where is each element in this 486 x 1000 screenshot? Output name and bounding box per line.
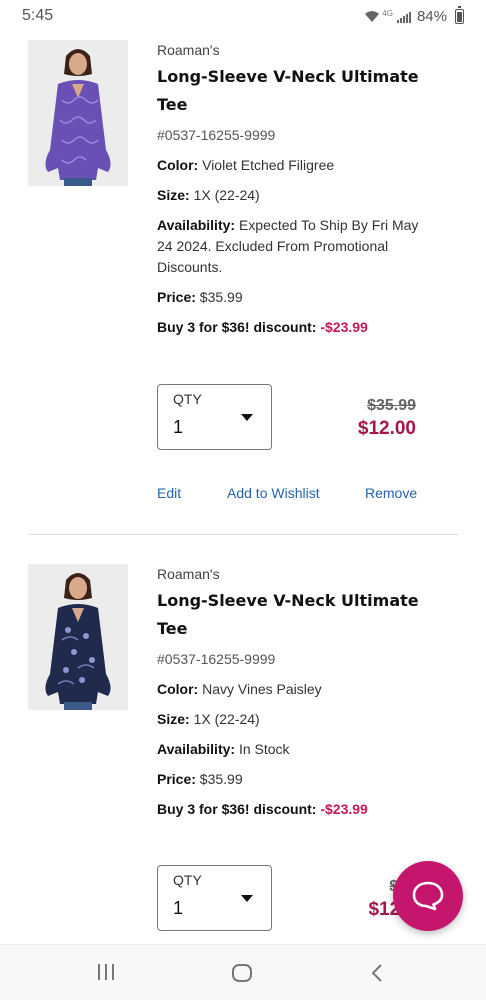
- product-discount: Buy 3 for $36! discount: -$23.99: [157, 799, 457, 820]
- product-size: Size: 1X (22-24): [157, 185, 457, 206]
- original-price: $35.99: [367, 397, 416, 414]
- signal-icon: [396, 11, 411, 23]
- availability-line-2: 24 2024. Excluded From Promotional: [157, 238, 389, 254]
- product-availability: Availability: In Stock: [157, 739, 457, 760]
- product-brand: Roaman's: [157, 42, 220, 58]
- battery-percent: 84%: [416, 7, 447, 25]
- color-label: Color:: [157, 681, 199, 697]
- size-value: 1X (22-24): [189, 711, 260, 727]
- status-icon-group: 4G: [364, 9, 411, 23]
- wifi-icon: [365, 11, 380, 22]
- product-name-line-1: Long-Sleeve V-Neck Ultimate: [157, 591, 419, 610]
- product-name-line-1: Long-Sleeve V-Neck Ultimate: [157, 67, 419, 86]
- price-label: Price:: [157, 771, 196, 787]
- availability-value: In Stock: [235, 741, 290, 757]
- availability-label: Availability:: [157, 217, 236, 233]
- qty-value: 1: [173, 417, 184, 437]
- discount-label: Buy 3 for $36! discount:: [157, 319, 321, 335]
- product-name[interactable]: Long-Sleeve V-Neck Ultimate Tee: [157, 63, 457, 119]
- product-size: Size: 1X (22-24): [157, 709, 457, 730]
- product-color: Color: Navy Vines Paisley: [157, 679, 457, 700]
- discount-amount: -$23.99: [320, 801, 368, 817]
- edit-link[interactable]: Edit: [157, 485, 181, 501]
- product-brand: Roaman's: [157, 566, 220, 582]
- status-bar: 5:45 4G 84%: [0, 0, 486, 32]
- status-indicators: 4G 84%: [364, 5, 464, 25]
- item-divider: [28, 534, 458, 535]
- price-value: $35.99: [195, 771, 243, 787]
- status-time: 5:45: [22, 7, 54, 24]
- availability-label: Availability:: [157, 741, 236, 757]
- product-discount: Buy 3 for $36! discount: -$23.99: [157, 317, 457, 338]
- product-name-line-2: Tee: [157, 95, 188, 114]
- network-type-label: 4G: [382, 9, 393, 18]
- price-label: Price:: [157, 289, 196, 305]
- sale-price: $12.00: [357, 418, 416, 439]
- price-value: $35.99: [195, 289, 243, 305]
- battery-icon: [455, 5, 464, 24]
- product-image[interactable]: [28, 40, 128, 186]
- availability-line-3: Discounts.: [157, 259, 223, 275]
- add-to-wishlist-link[interactable]: Add to Wishlist: [227, 485, 320, 501]
- color-value: Navy Vines Paisley: [198, 681, 322, 697]
- size-label: Size:: [157, 187, 190, 203]
- product-availability: Availability: Expected To Ship By Fri Ma…: [157, 215, 457, 278]
- size-value: 1X (22-24): [189, 187, 260, 203]
- qty-label: QTY: [173, 872, 202, 888]
- chat-button[interactable]: [393, 861, 463, 931]
- product-sku: #0537-16255-9999: [157, 127, 276, 143]
- discount-amount: -$23.99: [320, 319, 368, 335]
- product-info: Roaman's Long-Sleeve V-Neck Ultimate Tee…: [157, 562, 457, 820]
- color-label: Color:: [157, 157, 199, 173]
- home-icon[interactable]: [231, 963, 253, 983]
- product-name[interactable]: Long-Sleeve V-Neck Ultimate Tee: [157, 587, 457, 643]
- color-value: Violet Etched Filigree: [198, 157, 335, 173]
- product-image[interactable]: [28, 564, 128, 710]
- qty-label: QTY: [173, 391, 202, 407]
- back-icon[interactable]: [370, 963, 384, 983]
- item-actions: Edit Add to Wishlist Remove: [157, 485, 417, 507]
- cart-screen: 5:45 4G 84% Roaman's Long-Sleeve V-Neck …: [0, 0, 486, 1000]
- product-photo-navy: [28, 564, 128, 710]
- qty-value: 1: [173, 898, 184, 918]
- quantity-select[interactable]: QTY 1: [157, 384, 272, 450]
- remove-link[interactable]: Remove: [365, 485, 417, 501]
- caret-down-icon: [241, 895, 253, 902]
- availability-line-1: Expected To Ship By Fri May: [235, 217, 419, 233]
- product-price: Price: $35.99: [157, 287, 457, 308]
- product-info: Roaman's Long-Sleeve V-Neck Ultimate Tee…: [157, 38, 457, 338]
- product-sku: #0537-16255-9999: [157, 651, 276, 667]
- product-price: Price: $35.99: [157, 769, 457, 790]
- product-name-line-2: Tee: [157, 619, 188, 638]
- discount-label: Buy 3 for $36! discount:: [157, 801, 321, 817]
- system-nav-bar: [0, 944, 486, 1000]
- size-label: Size:: [157, 711, 190, 727]
- chat-bubble-icon: [412, 881, 444, 911]
- product-photo-violet: [28, 40, 128, 186]
- quantity-select[interactable]: QTY 1: [157, 865, 272, 931]
- product-color: Color: Violet Etched Filigree: [157, 155, 457, 176]
- recent-apps-icon[interactable]: [96, 963, 116, 981]
- caret-down-icon: [241, 414, 253, 421]
